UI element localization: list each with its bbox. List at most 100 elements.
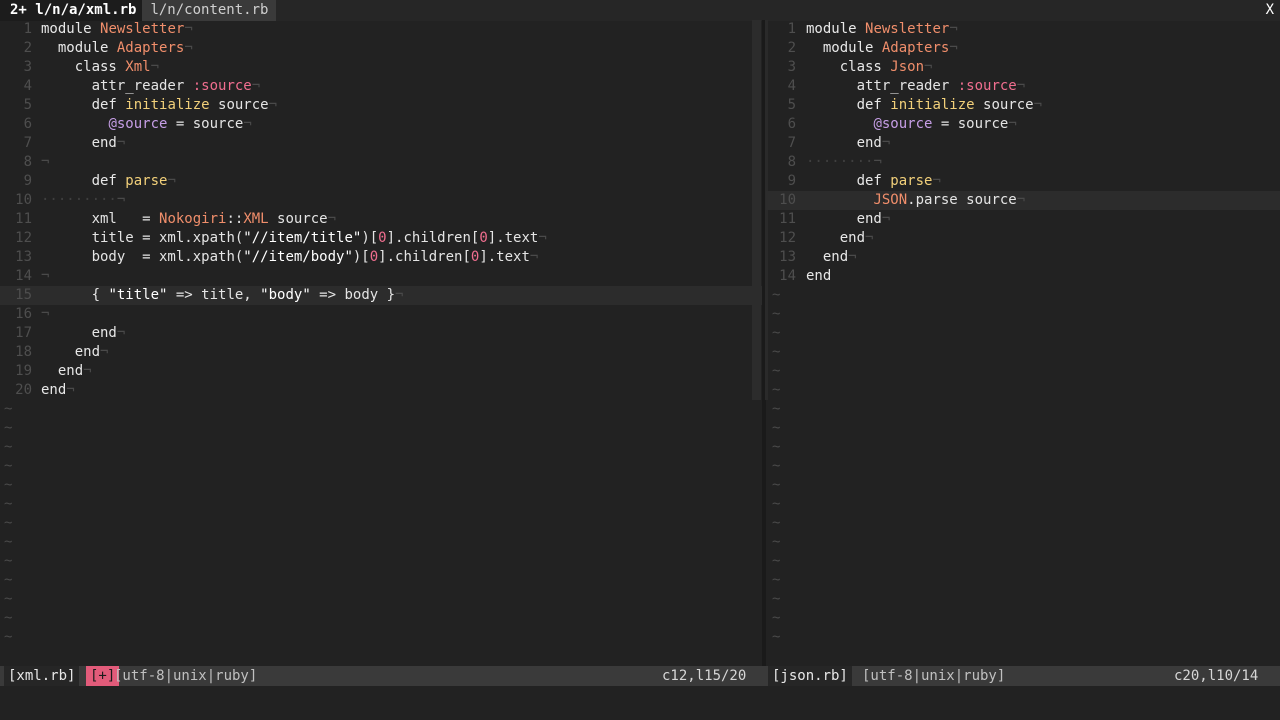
tilde-marker: ~ <box>4 458 13 474</box>
code-line[interactable]: 11 end¬ <box>766 210 1280 229</box>
line-number: 1 <box>23 21 32 37</box>
code-token-eol: ¬ <box>167 173 176 189</box>
code-line[interactable]: 6 @source = source¬ <box>766 115 1280 134</box>
command-line[interactable] <box>0 686 1280 720</box>
tilde-marker: ~ <box>772 515 781 531</box>
code-token-str: "body" <box>260 287 311 303</box>
code-line[interactable]: 18 end¬ <box>0 343 762 362</box>
close-tab-button[interactable]: X <box>1266 0 1274 21</box>
code-token-fn: parse <box>125 173 168 189</box>
code-line[interactable]: 4 attr_reader :source¬ <box>766 77 1280 96</box>
code-line[interactable]: 14 ¬ <box>0 267 762 286</box>
line-number: 10 <box>779 192 796 208</box>
line-number: 5 <box>23 97 32 113</box>
code-token-kw: end <box>91 325 117 341</box>
code-token-def: def <box>856 97 891 113</box>
code-line[interactable]: 7 end¬ <box>0 134 762 153</box>
line-number: 13 <box>15 249 32 265</box>
empty-buffer-line: ~ <box>766 438 1280 457</box>
code-line[interactable]: 12 title = xml.xpath("//item/title")[0].… <box>0 229 762 248</box>
empty-buffer-line: ~ <box>766 381 1280 400</box>
code-token-ind <box>41 116 108 132</box>
code-line[interactable]: 8 ········¬ <box>766 153 1280 172</box>
code-text: @source = source¬ <box>41 115 251 134</box>
code-line[interactable]: 3 class Json¬ <box>766 58 1280 77</box>
code-line[interactable]: 5 def initialize source¬ <box>766 96 1280 115</box>
code-line[interactable]: 11 xml = Nokogiri::XML source¬ <box>0 210 762 229</box>
empty-buffer-line: ~ <box>0 533 762 552</box>
left-pane-scrollbar[interactable] <box>752 20 761 400</box>
code-token-ind <box>806 78 857 94</box>
code-token-eol: ¬ <box>924 59 933 75</box>
code-line[interactable]: 1 module Newsletter¬ <box>0 20 762 39</box>
code-line[interactable]: 16 ¬ <box>0 305 762 324</box>
code-token-ind <box>806 249 823 265</box>
empty-buffer-line: ~ <box>766 552 1280 571</box>
empty-buffer-line: ~ <box>0 609 762 628</box>
code-text: ¬ <box>41 305 49 324</box>
code-line[interactable]: 8 ¬ <box>0 153 762 172</box>
code-line[interactable]: 2 module Adapters¬ <box>0 39 762 58</box>
code-line[interactable]: 3 class Xml¬ <box>0 58 762 77</box>
tab-xml-rb[interactable]: 2+ l/n/a/xml.rb <box>0 0 143 21</box>
code-line[interactable]: 9 def parse¬ <box>766 172 1280 191</box>
code-line[interactable]: 20 end¬ <box>0 381 762 400</box>
code-line[interactable]: 12 end¬ <box>766 229 1280 248</box>
code-token-eol: ¬ <box>116 192 126 208</box>
code-token-plain: body = xml.xpath( <box>91 249 244 265</box>
code-line[interactable]: 2 module Adapters¬ <box>766 39 1280 58</box>
code-token-eol: ¬ <box>848 249 857 265</box>
code-token-plain: attr_reader <box>856 78 958 94</box>
code-token-kw: class <box>839 59 891 75</box>
code-text: end¬ <box>41 381 75 400</box>
code-token-ind <box>41 211 92 227</box>
code-token-kw: module <box>822 40 882 56</box>
tilde-marker: ~ <box>772 439 781 455</box>
code-token-ind <box>806 116 873 132</box>
code-line[interactable]: 19 end¬ <box>0 362 762 381</box>
code-token-ind <box>41 230 92 246</box>
line-number: 2 <box>787 40 796 56</box>
editor-pane-right[interactable]: 1 module Newsletter¬ 2 module Adapters¬ 3 c… <box>766 20 1280 666</box>
empty-buffer-line: ~ <box>766 419 1280 438</box>
code-token-kw: module <box>41 21 101 37</box>
code-line[interactable]: 10 JSON.parse source¬ <box>766 191 1280 210</box>
line-number: 13 <box>779 249 796 265</box>
empty-buffer-line: ~ <box>0 457 762 476</box>
code-token-ind <box>41 363 58 379</box>
code-text: xml = Nokogiri::XML source¬ <box>41 210 336 229</box>
code-text: ¬ <box>41 153 49 172</box>
code-line[interactable]: 4 attr_reader :source¬ <box>0 77 762 96</box>
empty-buffer-line: ~ <box>0 514 762 533</box>
code-token-sym: :source <box>192 78 252 94</box>
code-line[interactable]: 15 { "title" => title, "body" => body }¬ <box>0 286 762 305</box>
code-line[interactable]: 7 end¬ <box>766 134 1280 153</box>
code-token-plain: = source <box>167 116 244 132</box>
line-number: 7 <box>23 135 32 151</box>
tilde-marker: ~ <box>4 629 13 645</box>
empty-buffer-line: ~ <box>0 476 762 495</box>
code-line[interactable]: 1 module Newsletter¬ <box>766 20 1280 39</box>
empty-buffer-line: ~ <box>0 495 762 514</box>
code-token-kw: end <box>856 211 882 227</box>
editor-pane-left[interactable]: 1 module Newsletter¬ 2 module Adapters¬ 3 c… <box>0 20 762 666</box>
code-line[interactable]: 10 ·········¬ <box>0 191 762 210</box>
code-token-plain: :: <box>226 211 244 227</box>
code-line[interactable]: 5 def initialize source¬ <box>0 96 762 115</box>
tab-content-rb[interactable]: l/n/content.rb <box>142 0 277 21</box>
code-line[interactable]: 13 end¬ <box>766 248 1280 267</box>
code-token-ind <box>41 173 92 189</box>
code-line[interactable]: 14 end <box>766 267 1280 286</box>
code-token-eol: ¬ <box>116 325 126 341</box>
code-token-ind <box>806 97 857 113</box>
code-text: end¬ <box>806 229 874 248</box>
code-line[interactable]: 17 end¬ <box>0 324 762 343</box>
empty-buffer-line: ~ <box>766 286 1280 305</box>
empty-buffer-line: ~ <box>766 590 1280 609</box>
code-line[interactable]: 6 @source = source¬ <box>0 115 762 134</box>
line-number: 8 <box>23 154 32 170</box>
code-token-fn: parse <box>890 173 933 189</box>
tilde-marker: ~ <box>4 496 13 512</box>
code-line[interactable]: 13 body = xml.xpath("//item/body")[0].ch… <box>0 248 762 267</box>
code-line[interactable]: 9 def parse¬ <box>0 172 762 191</box>
